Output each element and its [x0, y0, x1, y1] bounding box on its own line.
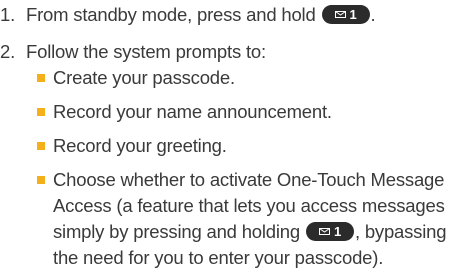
step-1: 1. From standby mode, press and hold 1 . [0, 2, 376, 28]
step-2: 2. Follow the system prompts to: [0, 39, 266, 65]
step-text: Follow the system prompts to: [26, 41, 266, 62]
step-text: From standby mode, press and hold [26, 4, 316, 25]
envelope-icon [318, 228, 330, 235]
manual-page: 1. From standby mode, press and hold 1 . … [0, 0, 476, 268]
list-item-text: Record your greeting. [53, 135, 227, 156]
step-number: 1. [0, 4, 16, 25]
step-number: 2. [0, 41, 16, 62]
voicemail-key: 1 [321, 5, 370, 24]
envelope-icon [334, 11, 346, 18]
bullet-marker [37, 176, 45, 184]
list-item: Create your passcode. [37, 65, 473, 91]
list-item: Choose whether to activate One-Touch Mes… [37, 167, 473, 271]
list-item: Record your name announcement. [37, 99, 473, 125]
list-item-text: Create your passcode. [53, 67, 235, 88]
list-item-text: Record your name announcement. [53, 101, 332, 122]
bullet-marker [37, 142, 45, 150]
prompt-list: Create your passcode. Record your name a… [37, 65, 473, 271]
voicemail-key: 1 [305, 222, 354, 241]
key-label: 1 [349, 7, 357, 22]
key-label: 1 [333, 224, 341, 239]
bullet-marker [37, 74, 45, 82]
bullet-marker [37, 108, 45, 116]
step-text-end: . [370, 4, 376, 25]
list-item: Record your greeting. [37, 133, 473, 159]
